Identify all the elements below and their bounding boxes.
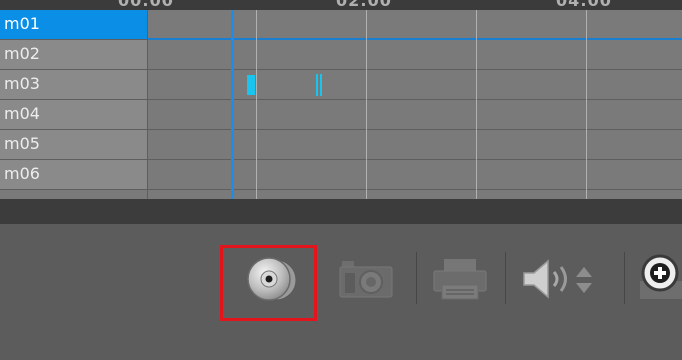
snapshot-button[interactable]	[336, 246, 396, 312]
track-row[interactable]	[148, 10, 682, 40]
event-block[interactable]	[247, 75, 255, 95]
track-row[interactable]	[148, 70, 682, 100]
event-marker[interactable]	[320, 74, 322, 96]
track-row[interactable]	[148, 100, 682, 130]
ruler-label-0: 00:00	[118, 0, 174, 10]
toolbar-separator	[505, 252, 506, 304]
gridline	[476, 10, 477, 199]
ruler-label-1: 02:00	[336, 0, 392, 10]
gridline	[256, 10, 257, 199]
channel-row-m02[interactable]: m02	[0, 40, 147, 70]
gridline	[366, 10, 367, 199]
toolbar-separator	[624, 252, 625, 304]
track-row[interactable]	[148, 160, 682, 190]
channel-row-m03[interactable]: m03	[0, 70, 147, 100]
timeline-panel: 00:00 02:00 04:00 m01 m02 m03 m04 m05 m0…	[0, 0, 682, 199]
channel-row-m04[interactable]: m04	[0, 100, 147, 130]
track-area[interactable]	[147, 10, 682, 199]
volume-icon	[523, 259, 592, 299]
event-marker[interactable]	[316, 74, 318, 96]
zoom-in-button[interactable]	[636, 246, 682, 312]
volume-button[interactable]	[518, 246, 610, 312]
track-row[interactable]	[148, 40, 682, 70]
horizontal-scrollbar[interactable]	[0, 199, 682, 224]
time-ruler[interactable]: 00:00 02:00 04:00	[0, 0, 682, 10]
printer-icon	[433, 259, 487, 300]
highlight-box	[220, 245, 317, 321]
channel-list: m01 m02 m03 m04 m05 m06	[0, 10, 147, 199]
track-row[interactable]	[148, 130, 682, 160]
gridline	[586, 10, 587, 199]
playhead-cursor[interactable]	[231, 10, 234, 199]
zoom-in-icon	[640, 254, 682, 299]
camera-icon	[339, 261, 393, 298]
print-button[interactable]	[430, 246, 490, 312]
toolbar-separator	[416, 252, 417, 304]
channel-row-m05[interactable]: m05	[0, 130, 147, 160]
channel-row-m06[interactable]: m06	[0, 160, 147, 190]
ruler-label-2: 04:00	[556, 0, 612, 10]
channel-row-m01[interactable]: m01	[0, 10, 147, 40]
